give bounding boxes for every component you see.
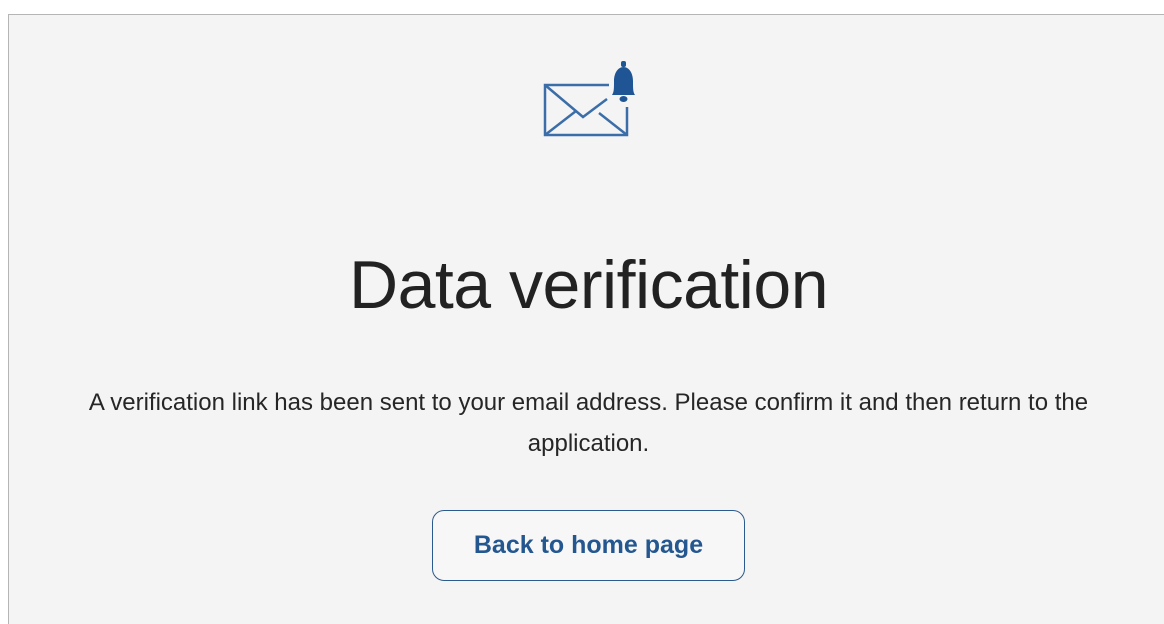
- verification-message: A verification link has been sent to you…: [88, 389, 1089, 457]
- back-to-home-button[interactable]: Back to home page: [432, 510, 745, 581]
- envelope-bell-icon: [543, 61, 647, 137]
- verification-card: Data verification A verification link ha…: [8, 14, 1164, 624]
- page-title: Data verification: [348, 247, 829, 323]
- bell-icon: [612, 61, 635, 102]
